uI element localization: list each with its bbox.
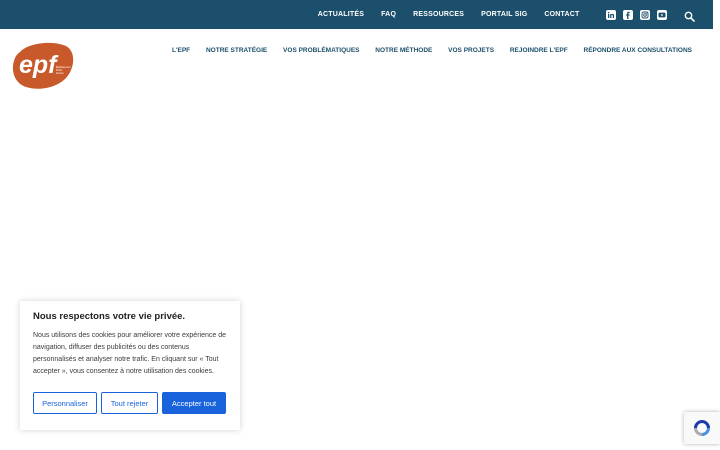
top-nav: ACTUALITÉS FAQ RESSOURCES PORTAIL SIG CO… <box>309 11 588 18</box>
top-nav-faq[interactable]: FAQ <box>381 11 396 18</box>
nav-vos-problematiques[interactable]: VOS PROBLÉMATIQUES <box>283 47 359 54</box>
epf-logo[interactable]: epf Établissement Public Foncier <box>12 42 74 90</box>
linkedin-icon[interactable] <box>605 9 616 20</box>
nav-lepf[interactable]: L'EPF <box>172 47 190 54</box>
top-nav-portail-sig[interactable]: PORTAIL SIG <box>481 11 527 18</box>
youtube-icon[interactable] <box>656 9 667 20</box>
nav-rejoindre-lepf[interactable]: REJOINDRE L'EPF <box>510 47 568 54</box>
main-nav: L'EPF NOTRE STRATÉGIE VOS PROBLÉMATIQUES… <box>172 47 692 54</box>
search-icon[interactable] <box>684 9 695 22</box>
top-bar: ACTUALITÉS FAQ RESSOURCES PORTAIL SIG CO… <box>0 0 713 29</box>
cookie-text: Nous utilisons des cookies pour améliore… <box>33 332 226 375</box>
social-links <box>602 9 670 20</box>
reject-all-button[interactable]: Tout rejeter <box>101 392 158 414</box>
top-nav-actualites[interactable]: ACTUALITÉS <box>318 11 364 18</box>
accept-all-button[interactable]: Accepter tout <box>162 392 226 414</box>
top-nav-contact[interactable]: CONTACT <box>544 11 579 18</box>
nav-notre-strategie[interactable]: NOTRE STRATÉGIE <box>206 47 267 54</box>
recaptcha-badge[interactable] <box>684 412 720 444</box>
instagram-icon[interactable] <box>639 9 650 20</box>
nav-vos-projets[interactable]: VOS PROJETS <box>448 47 494 54</box>
cookie-banner: Nous respectons votre vie privée. Nous u… <box>20 301 240 430</box>
page-scrollbar[interactable] <box>713 0 720 450</box>
facebook-icon[interactable] <box>622 9 633 20</box>
top-nav-ressources[interactable]: RESSOURCES <box>413 11 464 18</box>
customize-button[interactable]: Personnaliser <box>33 392 97 414</box>
cookie-buttons: Personnaliser Tout rejeter Accepter tout <box>33 392 227 414</box>
recaptcha-icon <box>694 420 710 436</box>
cookie-title: Nous respectons votre vie privée. <box>33 311 186 322</box>
nav-notre-methode[interactable]: NOTRE MÉTHODE <box>375 47 432 54</box>
nav-repondre-consultations[interactable]: RÉPONDRE AUX CONSULTATIONS <box>584 47 692 54</box>
logo-wordmark: epf <box>19 51 59 79</box>
